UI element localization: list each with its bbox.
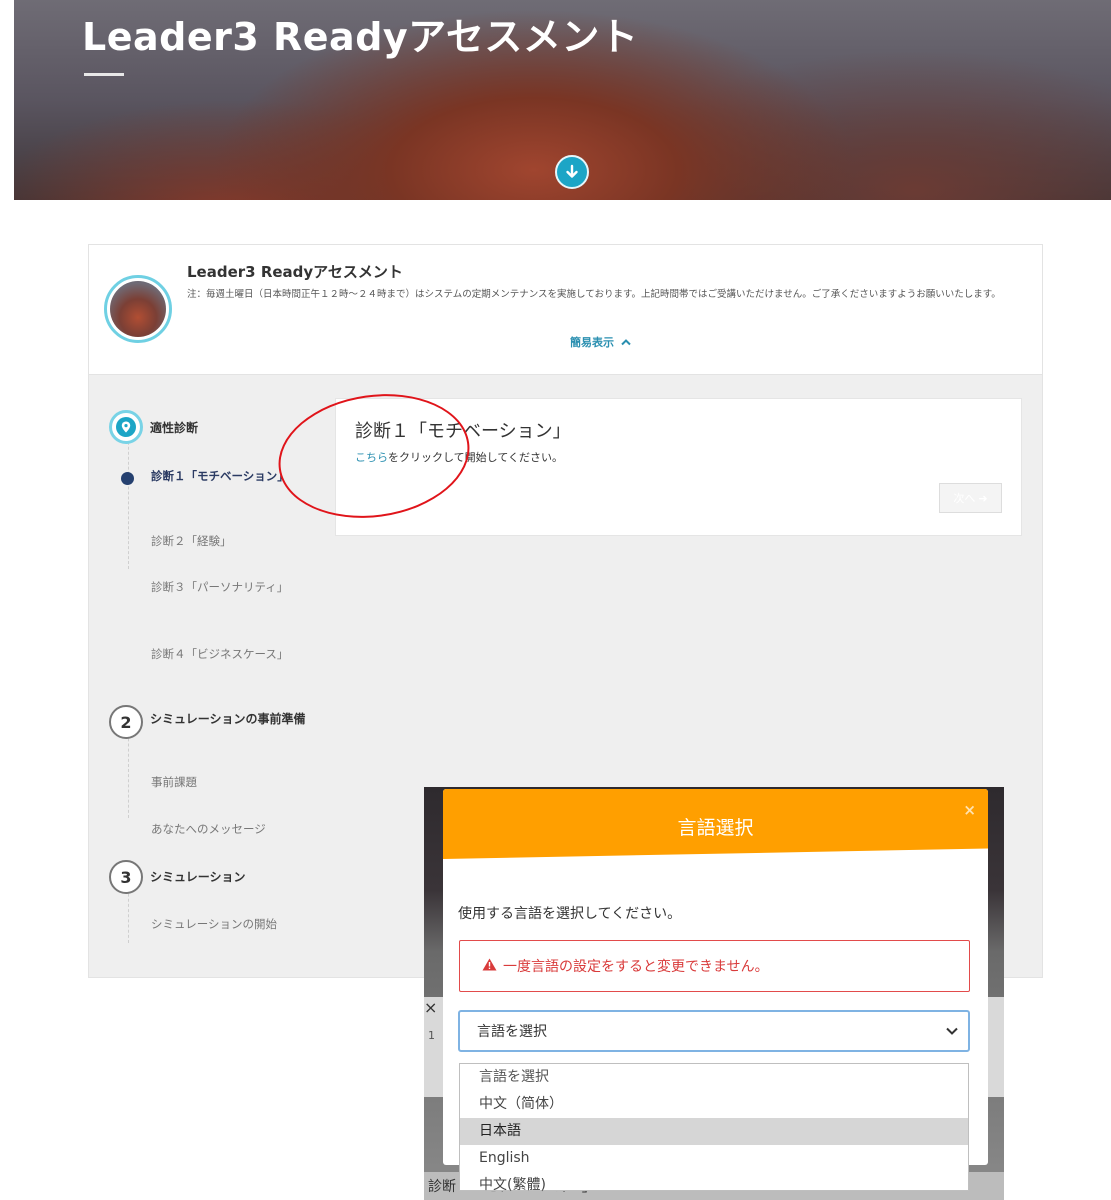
step-item-experience[interactable]: 診断２「経験」 <box>151 532 301 550</box>
warning-text: 一度言語の設定をすると変更できません。 <box>503 959 769 975</box>
step-item-business-case[interactable]: 診断４「ビジネスケース」 <box>151 645 301 663</box>
language-option[interactable]: 中文（简体） <box>460 1091 968 1118</box>
modal-prompt: 使用する言語を選択してください。 <box>458 906 682 922</box>
chevron-down-icon <box>946 1024 958 1038</box>
language-dropdown: 言語を選択 中文（简体） 日本語 English 中文(繁體) <box>459 1063 969 1193</box>
step-3-indicator: 3 <box>109 860 143 894</box>
language-option[interactable]: 中文(繁體) <box>460 1172 968 1199</box>
hero-divider <box>84 73 124 76</box>
map-pin-icon <box>116 417 136 437</box>
language-option[interactable]: 言語を選択 <box>460 1064 968 1091</box>
language-modal-screenshot: × 1 診断１「モチベーション」 言語選択 × 使用する言語を選択してください。… <box>424 787 1004 1200</box>
step-3[interactable]: 3 シミュレーション <box>109 860 320 894</box>
step-3-label: シミュレーション <box>150 870 246 884</box>
next-label: 次へ <box>953 492 976 505</box>
card-header: Leader3 Readyアセスメント 注：毎週土曜日（日本時間正午１２時～２４… <box>89 245 1042 375</box>
next-button[interactable]: 次へ ➜ <box>939 483 1002 513</box>
step-2[interactable]: 2 シミュレーションの事前準備 <box>109 705 320 739</box>
step-item-message[interactable]: あなたへのメッセージ <box>151 820 301 838</box>
backdrop-close-icon: × <box>424 998 438 1017</box>
language-select[interactable]: 言語を選択 <box>458 1010 970 1052</box>
arrow-down-icon <box>566 164 578 178</box>
scroll-down-button[interactable] <box>555 155 589 189</box>
hero-title: Leader3 Readyアセスメント <box>82 15 639 59</box>
step-item-personality[interactable]: 診断３「パーソナリティ」 <box>151 578 301 596</box>
step-2-label: シミュレーションの事前準備 <box>150 712 306 726</box>
language-select-value: 言語を選択 <box>477 1024 547 1040</box>
arrow-right-icon: ➜ <box>978 491 988 505</box>
current-step-dot <box>121 472 134 485</box>
step-1-indicator <box>109 410 143 444</box>
warning-icon <box>482 958 497 975</box>
warning-alert: 一度言語の設定をすると変更できません。 <box>459 940 970 992</box>
step-2-indicator: 2 <box>109 705 143 739</box>
language-option[interactable]: English <box>460 1145 968 1172</box>
step-item-start-simulation[interactable]: シミュレーションの開始 <box>151 915 301 933</box>
maintenance-note: 注：毎週土曜日（日本時間正午１２時～２４時まで）はシステムの定期メンテナンスを実… <box>187 289 1001 300</box>
chevron-up-icon <box>621 336 631 349</box>
language-option-selected[interactable]: 日本語 <box>460 1118 968 1145</box>
hero-banner: Leader3 Readyアセスメント <box>14 0 1111 200</box>
card-title: Leader3 Readyアセスメント <box>187 263 403 281</box>
avatar <box>104 275 172 343</box>
step-item-pre-task[interactable]: 事前課題 <box>151 773 301 791</box>
close-icon[interactable]: × <box>963 801 976 819</box>
backdrop-text: 1 <box>428 1029 435 1042</box>
modal-title: 言語選択 <box>677 817 754 839</box>
toggle-label: 簡易表示 <box>570 336 614 349</box>
simple-view-toggle[interactable]: 簡易表示 <box>570 334 631 350</box>
